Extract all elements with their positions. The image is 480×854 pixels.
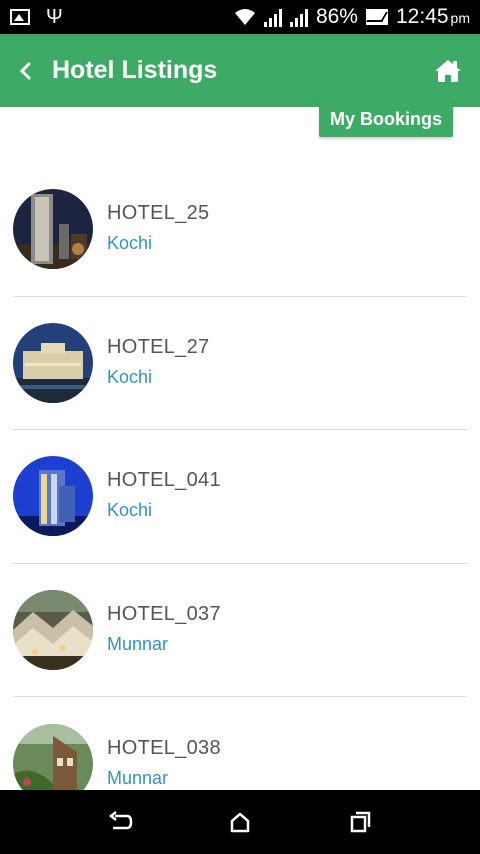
clock: 12:45 pm [396,5,470,29]
hotel-list: HOTEL_25 Kochi HOTEL_27 Kochi HOTEL_041 … [13,163,467,831]
nav-recents-button[interactable] [340,802,380,842]
message-icon [365,9,388,25]
battery-level: 86% [315,5,358,28]
list-item[interactable]: HOTEL_037 Munnar [13,564,467,697]
hotel-thumbnail [13,322,93,403]
recents-icon [350,811,371,833]
status-bar: Ψ 86% 12:45 pm [0,0,480,34]
hotel-name: HOTEL_041 [107,469,221,492]
my-bookings-button[interactable]: My Bookings [319,101,453,137]
list-item[interactable]: HOTEL_27 Kochi [13,297,467,430]
hotel-city: Munnar [107,767,169,788]
hotel-name: HOTEL_037 [107,602,221,625]
image-icon [10,9,30,25]
signal-icon [263,7,282,27]
hotel-thumbnail [13,589,93,670]
nav-back-button[interactable] [100,802,140,842]
hotel-city: Kochi [107,366,153,387]
list-item[interactable]: HOTEL_25 Kochi [13,163,467,297]
hotel-city: Kochi [107,500,153,521]
clock-time: 12:45 [395,5,449,28]
app-bar: Hotel Listings [0,34,480,107]
page-title: Hotel Listings [52,56,218,84]
usb-icon: Ψ [46,6,63,28]
home-icon [230,812,250,833]
chevron-left-icon [19,62,31,79]
navigation-bar [0,790,480,854]
hotel-city: Kochi [107,233,153,254]
wifi-icon [234,9,255,25]
hotel-thumbnail [13,189,93,270]
hotel-city: Munnar [107,633,169,654]
hotel-name: HOTEL_27 [107,335,210,358]
hotel-name: HOTEL_038 [107,736,221,759]
nav-home-button[interactable] [220,802,260,842]
hotel-name: HOTEL_25 [107,202,210,225]
clock-ampm: pm [450,10,470,26]
back-icon [108,811,133,830]
hotel-thumbnail [13,456,93,537]
screen: Ψ 86% 12:45 pm Hotel Listings My Booking… [0,0,480,854]
home-icon [435,59,461,82]
list-item[interactable]: HOTEL_041 Kochi [13,430,467,564]
back-button[interactable] [18,61,38,81]
home-button[interactable] [434,58,462,84]
signal-icon [289,7,308,27]
